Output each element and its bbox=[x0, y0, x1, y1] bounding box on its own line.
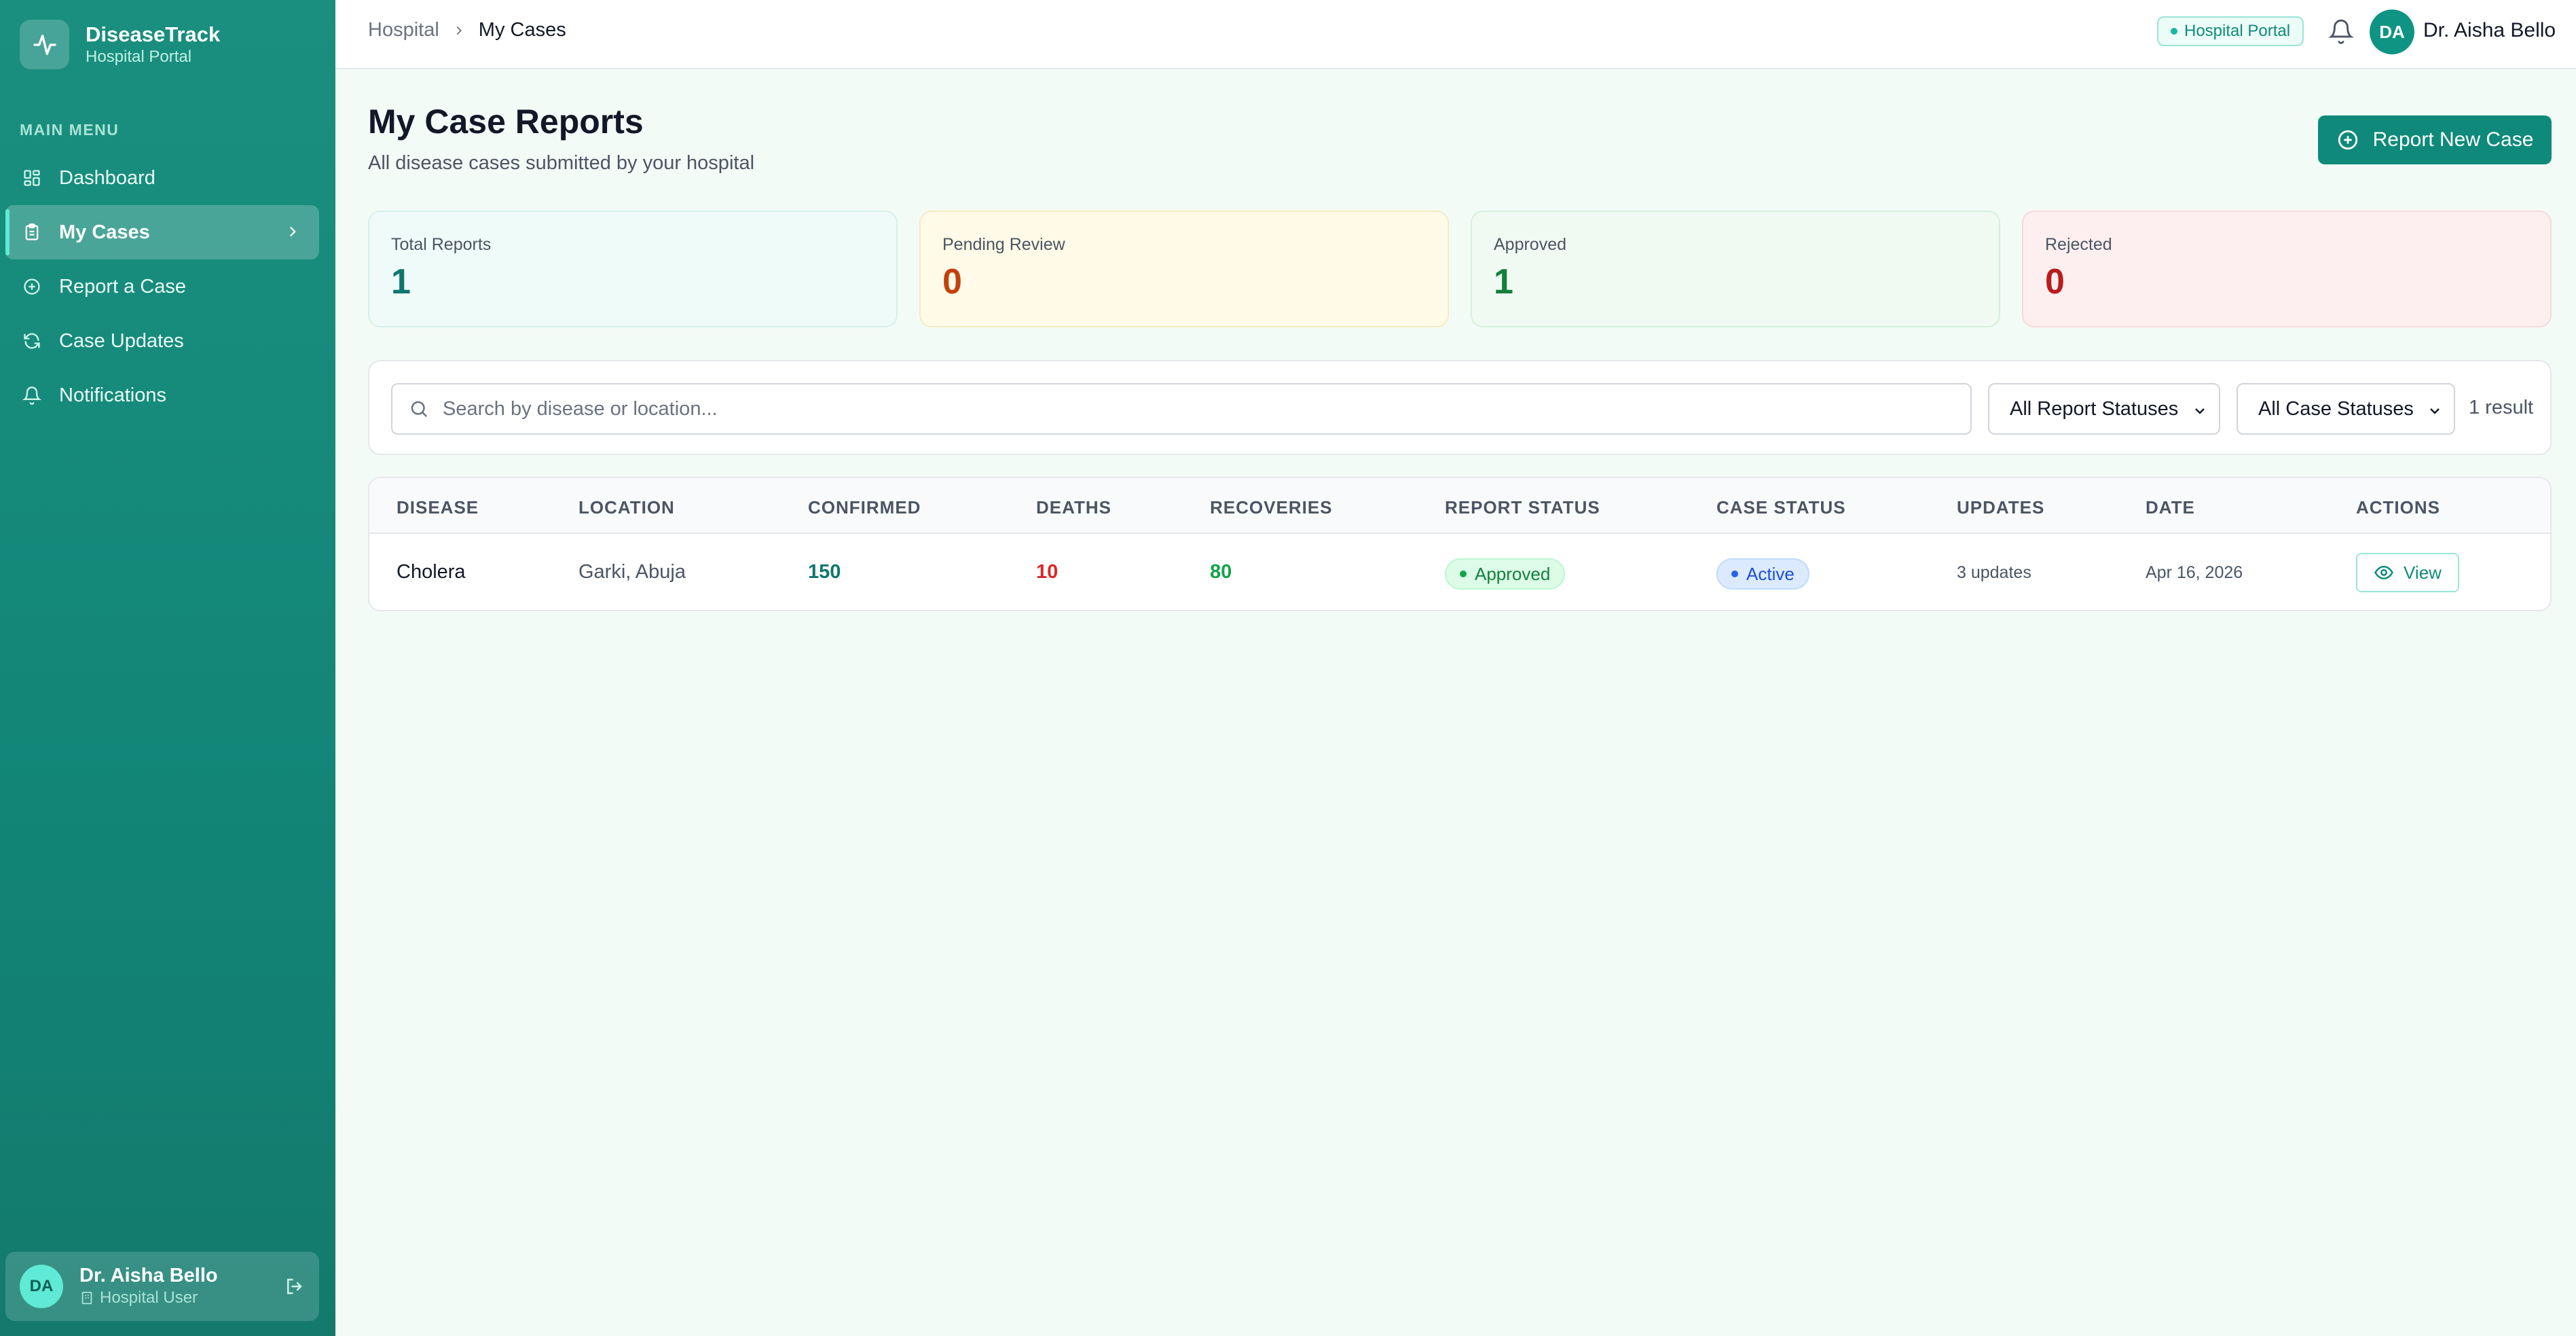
report-status-label: Approved bbox=[1475, 563, 1551, 584]
portal-badge-label: Hospital Portal bbox=[2184, 22, 2291, 40]
bell-icon bbox=[22, 385, 42, 405]
user-role-label: Hospital User bbox=[100, 1288, 198, 1307]
brand[interactable]: DiseaseTrack Hospital Portal bbox=[20, 20, 220, 69]
top-user-name[interactable]: Dr. Aisha Bello bbox=[2423, 19, 2556, 42]
building-icon bbox=[81, 1291, 92, 1305]
sidebar-item-dashboard[interactable]: Dashboard bbox=[5, 151, 319, 205]
sidebar-item-label: Report a Case bbox=[59, 275, 186, 297]
sidebar-item-my-cases[interactable]: My Cases bbox=[5, 205, 319, 259]
column-header-deaths: DEATHS bbox=[1036, 497, 1111, 518]
sidebar-item-case-updates[interactable]: Case Updates bbox=[5, 314, 319, 368]
plus-circle-icon bbox=[2338, 130, 2357, 150]
chevron-down-icon bbox=[2427, 402, 2443, 425]
column-header-case-status: CASE STATUS bbox=[1716, 497, 1846, 518]
cases-table: DISEASE LOCATION CONFIRMED DEATHS RECOVE… bbox=[368, 477, 2552, 611]
sidebar-user-card: DA Dr. Aisha Bello Hospital User bbox=[5, 1252, 319, 1321]
cell-location: Garki, Abuja bbox=[578, 561, 686, 583]
brand-name: DiseaseTrack bbox=[86, 22, 221, 46]
status-dot bbox=[2171, 28, 2177, 35]
logout-icon[interactable] bbox=[284, 1276, 304, 1300]
status-dot bbox=[1731, 571, 1738, 577]
case-status-label: Active bbox=[1746, 563, 1795, 584]
sidebar-item-notifications[interactable]: Notifications bbox=[5, 368, 319, 422]
sidebar-item-label: Notifications bbox=[59, 384, 166, 406]
search-icon bbox=[411, 401, 428, 418]
report-status-badge: Approved bbox=[1445, 558, 1566, 590]
bell-icon[interactable] bbox=[2328, 18, 2354, 48]
view-button[interactable]: View bbox=[2356, 553, 2459, 592]
view-button-label: View bbox=[2404, 562, 2442, 583]
cell-date: Apr 16, 2026 bbox=[2146, 563, 2243, 582]
column-header-date: DATE bbox=[2146, 497, 2195, 518]
cell-recoveries: 80 bbox=[1210, 561, 1232, 583]
search-box[interactable] bbox=[391, 383, 1972, 435]
column-header-report-status: REPORT STATUS bbox=[1445, 497, 1600, 518]
stat-card-total-reports: Total Reports 1 bbox=[368, 211, 898, 327]
stat-card-rejected: Rejected 0 bbox=[2022, 211, 2552, 327]
report-new-case-label: Report New Case bbox=[2372, 128, 2534, 151]
case-status-select[interactable]: All Case Statuses bbox=[2237, 383, 2455, 435]
chevron-right-icon bbox=[284, 221, 301, 247]
report-status-select[interactable]: All Report Statuses bbox=[1988, 383, 2220, 435]
stat-label: Rejected bbox=[2045, 235, 2112, 254]
stat-value: 0 bbox=[2045, 262, 2065, 302]
sidebar-item-label: My Cases bbox=[59, 221, 150, 243]
page-title: My Case Reports bbox=[368, 103, 644, 141]
column-header-disease: DISEASE bbox=[397, 497, 479, 518]
column-header-updates: UPDATES bbox=[1957, 497, 2045, 518]
sidebar-item-report-a-case[interactable]: Report a Case bbox=[5, 259, 319, 314]
breadcrumb-current: My Cases bbox=[478, 19, 566, 41]
sidebar-item-label: Case Updates bbox=[59, 329, 184, 352]
page-subtitle: All disease cases submitted by your hosp… bbox=[368, 152, 755, 174]
stat-value: 1 bbox=[1494, 262, 1513, 302]
case-status-badge: Active bbox=[1716, 558, 1809, 590]
result-count: 1 result bbox=[2469, 397, 2534, 418]
column-header-confirmed: CONFIRMED bbox=[808, 497, 921, 518]
report-new-case-button[interactable]: Report New Case bbox=[2318, 115, 2552, 164]
column-header-recoveries: RECOVERIES bbox=[1210, 497, 1333, 518]
report-status-value: All Report Statuses bbox=[2010, 397, 2179, 420]
stat-label: Approved bbox=[1494, 235, 1567, 254]
cell-deaths: 10 bbox=[1036, 561, 1059, 583]
plus-circle-icon bbox=[22, 276, 42, 297]
search-input[interactable] bbox=[443, 397, 1936, 420]
clipboard-icon bbox=[22, 222, 42, 242]
topbar: Hospital My Cases Hospital Portal DA Dr.… bbox=[335, 0, 2576, 69]
user-role: Hospital User bbox=[79, 1287, 218, 1309]
table-row[interactable]: Cholera Garki, Abuja 150 10 80 Approved … bbox=[369, 534, 2550, 610]
stat-label: Total Reports bbox=[391, 235, 492, 254]
refresh-icon bbox=[22, 331, 42, 351]
avatar: DA bbox=[20, 1265, 63, 1308]
sidebar-item-label: Dashboard bbox=[59, 166, 155, 189]
portal-badge: Hospital Portal bbox=[2157, 16, 2304, 46]
grid-icon bbox=[22, 168, 42, 188]
stat-card-pending-review: Pending Review 0 bbox=[919, 211, 1449, 327]
column-header-actions: ACTIONS bbox=[2356, 497, 2440, 518]
column-header-location: LOCATION bbox=[578, 497, 675, 518]
cell-disease: Cholera bbox=[397, 561, 466, 583]
stat-value: 0 bbox=[942, 262, 962, 302]
status-dot bbox=[1460, 571, 1467, 577]
chevron-down-icon bbox=[2192, 402, 2208, 425]
avatar[interactable]: DA bbox=[2370, 10, 2414, 54]
stat-value: 1 bbox=[391, 262, 411, 302]
breadcrumb-hospital[interactable]: Hospital bbox=[368, 19, 439, 41]
case-status-value: All Case Statuses bbox=[2258, 397, 2414, 420]
filter-bar: All Report Statuses All Case Statuses 1 … bbox=[368, 360, 2552, 455]
sidebar-nav: Dashboard My Cases Report a Case Case Up… bbox=[5, 151, 319, 422]
table-header: DISEASE LOCATION CONFIRMED DEATHS RECOVE… bbox=[369, 478, 2550, 534]
brand-subtitle: Hospital Portal bbox=[86, 47, 192, 66]
chevron-right-icon bbox=[452, 23, 466, 38]
eye-icon bbox=[2374, 565, 2393, 580]
user-name: Dr. Aisha Bello bbox=[79, 1265, 218, 1286]
stat-card-approved: Approved 1 bbox=[1471, 211, 2000, 327]
cell-confirmed: 150 bbox=[808, 561, 841, 583]
cell-updates: 3 updates bbox=[1957, 563, 2031, 582]
pulse-icon bbox=[20, 20, 69, 69]
breadcrumb: Hospital My Cases bbox=[368, 19, 566, 41]
stat-label: Pending Review bbox=[942, 235, 1065, 254]
sidebar: DiseaseTrack Hospital Portal MAIN MENU D… bbox=[0, 0, 335, 1336]
menu-title: MAIN MENU bbox=[20, 121, 119, 139]
